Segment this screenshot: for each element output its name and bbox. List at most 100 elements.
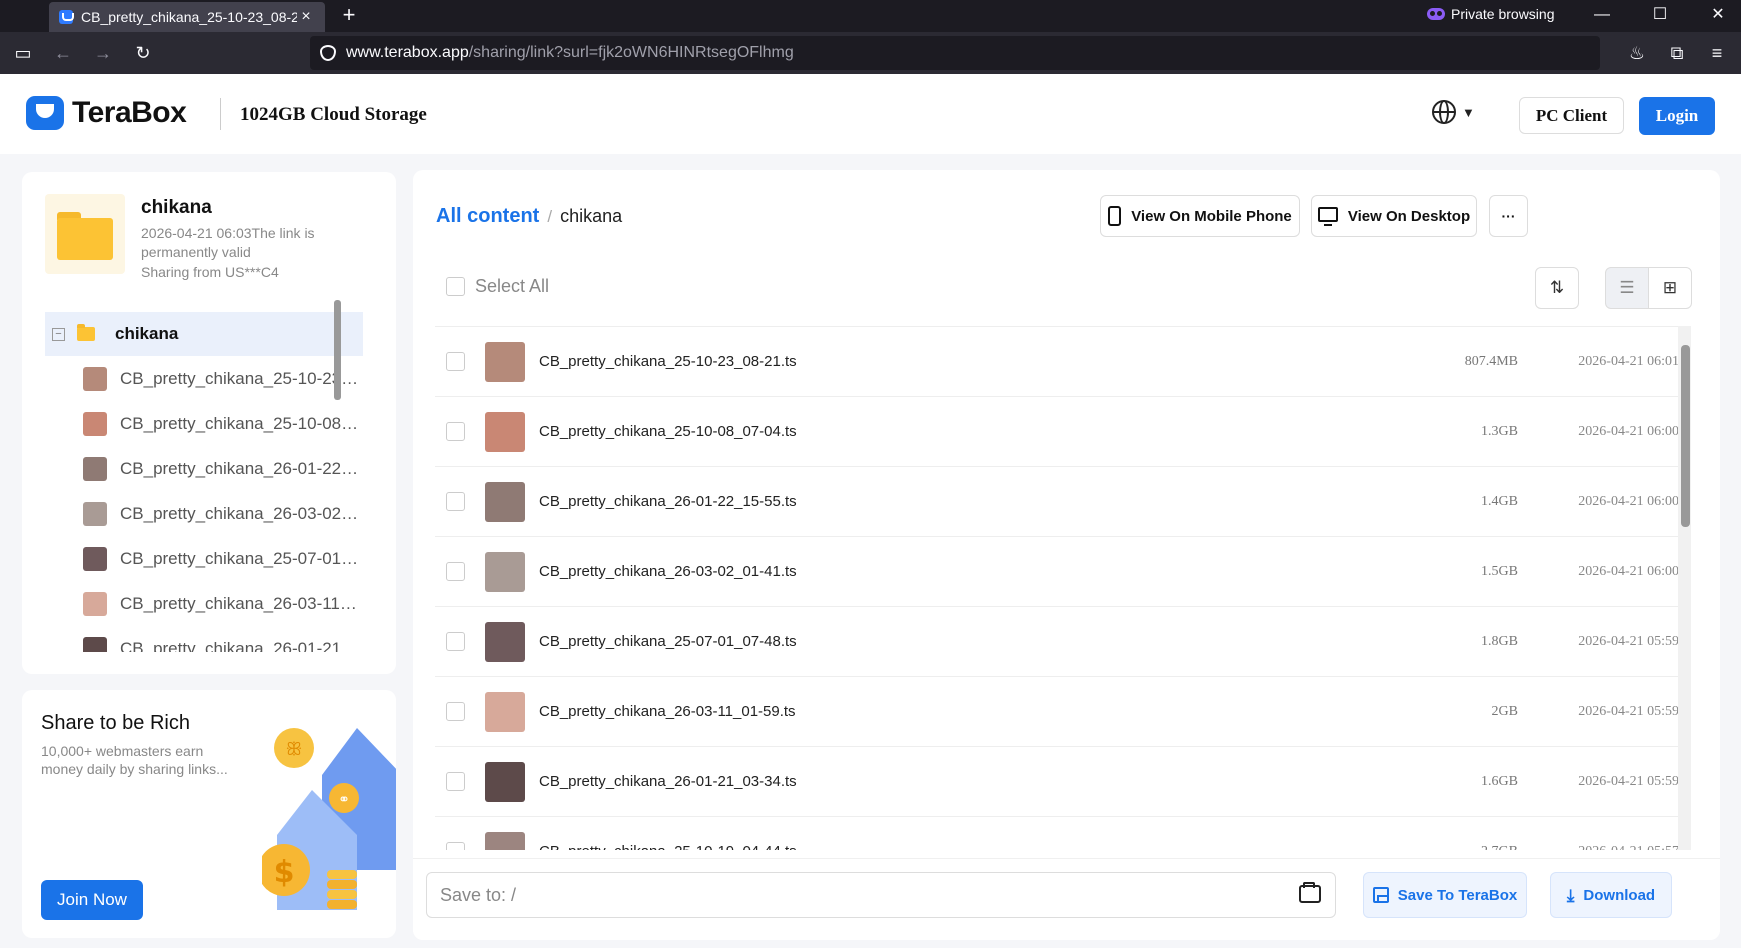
tree-file-item[interactable]: CB_pretty_chikana_25-10-23_08-21.ts bbox=[45, 356, 363, 401]
browser-tab[interactable]: CB_pretty_chikana_25-10-23_08-21.ts × bbox=[49, 2, 325, 32]
file-name[interactable]: CB_pretty_chikana_26-03-02_01-41.ts bbox=[539, 563, 1179, 580]
file-date: 2026-04-21 05:59 bbox=[1578, 633, 1679, 649]
video-thumbnail bbox=[83, 501, 107, 526]
new-tab-button[interactable]: + bbox=[336, 3, 362, 29]
file-name[interactable]: CB_pretty_chikana_25-10-08_07-04.ts bbox=[539, 423, 1179, 440]
file-size: 1.8GB bbox=[1481, 633, 1518, 649]
file-checkbox[interactable] bbox=[446, 702, 465, 721]
video-thumbnail bbox=[485, 831, 525, 850]
maximize-window-button[interactable]: ☐ bbox=[1632, 0, 1688, 32]
file-name[interactable]: CB_pretty_chikana_25-07-01_07-48.ts bbox=[539, 633, 1179, 650]
more-options-button[interactable]: ··· bbox=[1489, 195, 1528, 237]
tree-file-item[interactable]: CB_pretty_chikana_26-01-21_03-34.ts bbox=[45, 626, 363, 652]
file-row[interactable]: CB_pretty_chikana_25-10-23_08-21.ts 807.4… bbox=[435, 327, 1685, 397]
tree-file-label: CB_pretty_chikana_25-10-08_07-04.ts bbox=[120, 413, 360, 433]
video-thumbnail bbox=[83, 411, 107, 436]
file-date: 2026-04-21 05:59 bbox=[1578, 703, 1679, 719]
tree-scrollbar[interactable] bbox=[334, 300, 341, 400]
promo-text-line: money daily by sharing links... bbox=[41, 761, 228, 777]
globe-icon bbox=[1432, 100, 1456, 124]
promo-card: Share to be Rich 10,000+ webmasters earn… bbox=[22, 690, 396, 938]
file-checkbox[interactable] bbox=[446, 492, 465, 511]
select-all[interactable]: Select All bbox=[446, 276, 549, 297]
reload-icon[interactable]: ↻ bbox=[130, 40, 156, 66]
file-row[interactable]: CB_pretty_chikana_26-01-22_15-55.ts 1.4GB… bbox=[435, 467, 1685, 537]
select-all-checkbox[interactable] bbox=[446, 277, 465, 296]
file-row[interactable]: CB_pretty_chikana_25-07-01_07-48.ts 1.8GB… bbox=[435, 607, 1685, 677]
close-tab-icon[interactable]: × bbox=[297, 8, 315, 26]
file-row[interactable]: CB_pretty_chikana_26-03-02_01-41.ts 1.5GB… bbox=[435, 537, 1685, 607]
file-name[interactable]: CB_pretty_chikana_26-01-21_03-34.ts bbox=[539, 773, 1179, 790]
file-checkbox[interactable] bbox=[446, 352, 465, 371]
extensions-icon[interactable]: ⧉ bbox=[1664, 40, 1690, 66]
file-date: 2026-04-21 05:59 bbox=[1578, 773, 1679, 789]
breadcrumb: All content / chikana bbox=[436, 205, 622, 228]
file-row[interactable]: CB_pretty_chikana_25-10-08_07-04.ts 1.3GB… bbox=[435, 397, 1685, 467]
tree-file-label: CB_pretty_chikana_25-10-23_08-21.ts bbox=[120, 368, 360, 388]
private-browsing-indicator: Private browsing bbox=[1427, 6, 1555, 22]
file-list-panel: All content / chikana View On Mobile Pho… bbox=[413, 170, 1720, 940]
private-mask-icon bbox=[1427, 8, 1445, 20]
video-thumbnail bbox=[485, 551, 525, 592]
file-size: 1.3GB bbox=[1481, 423, 1518, 439]
tracking-shield-icon[interactable] bbox=[320, 45, 336, 61]
tree-file-label: CB_pretty_chikana_26-03-11_01-59.ts bbox=[120, 593, 360, 613]
file-checkbox[interactable] bbox=[446, 842, 465, 850]
login-button[interactable]: Login bbox=[1639, 97, 1715, 135]
save-to-terabox-button[interactable]: Save To TeraBox bbox=[1363, 872, 1527, 918]
file-list-scrollbar[interactable] bbox=[1681, 345, 1690, 527]
view-on-desktop-button[interactable]: View On Desktop bbox=[1311, 195, 1477, 237]
choose-folder-icon[interactable] bbox=[1299, 882, 1321, 903]
file-row[interactable]: CB_pretty_chikana_26-01-21_03-34.ts 1.6GB… bbox=[435, 747, 1685, 817]
storage-tagline: 1024GB Cloud Storage bbox=[240, 104, 427, 125]
back-icon[interactable]: ← bbox=[50, 40, 76, 66]
flame-icon[interactable]: ♨ bbox=[1624, 40, 1650, 66]
tree-file-item[interactable]: CB_pretty_chikana_26-03-11_01-59.ts bbox=[45, 581, 363, 626]
file-name[interactable]: CB_pretty_chikana_25-10-23_08-21.ts bbox=[539, 353, 1179, 370]
private-browsing-label: Private browsing bbox=[1451, 6, 1555, 22]
video-thumbnail bbox=[485, 341, 525, 382]
file-row[interactable]: CB_pretty_chikana_25-10-19_04-44.ts 2.7GB… bbox=[435, 817, 1685, 850]
breadcrumb-all-content[interactable]: All content bbox=[436, 205, 539, 228]
file-checkbox[interactable] bbox=[446, 772, 465, 791]
sidebar-toggle-icon[interactable]: ▭ bbox=[10, 40, 36, 66]
file-name[interactable]: CB_pretty_chikana_26-01-22_15-55.ts bbox=[539, 493, 1179, 510]
view-on-mobile-button[interactable]: View On Mobile Phone bbox=[1100, 195, 1300, 237]
list-view-icon[interactable]: ☰ bbox=[1605, 267, 1649, 309]
save-to-label: Save to: / bbox=[440, 884, 517, 905]
join-now-button[interactable]: Join Now bbox=[41, 880, 143, 920]
forward-icon[interactable]: → bbox=[90, 40, 116, 66]
file-name[interactable]: CB_pretty_chikana_26-03-11_01-59.ts bbox=[539, 703, 1179, 720]
save-to-path-field[interactable]: Save to: / bbox=[426, 872, 1336, 918]
file-date: 2026-04-21 06:01 bbox=[1578, 353, 1679, 369]
sort-icon[interactable]: ⇅ bbox=[1535, 267, 1579, 309]
tree-file-item[interactable]: CB_pretty_chikana_25-07-01_07-48.ts bbox=[45, 536, 363, 581]
share-folder-name: chikana bbox=[141, 197, 212, 218]
tree-root-label: chikana bbox=[115, 324, 179, 343]
file-checkbox[interactable] bbox=[446, 562, 465, 581]
file-row[interactable]: CB_pretty_chikana_26-03-11_01-59.ts 2GB 20… bbox=[435, 677, 1685, 747]
tree-file-item[interactable]: CB_pretty_chikana_25-10-08_07-04.ts bbox=[45, 401, 363, 446]
file-checkbox[interactable] bbox=[446, 422, 465, 441]
file-size: 1.4GB bbox=[1481, 493, 1518, 509]
terabox-logo[interactable]: TeraBox bbox=[26, 96, 187, 130]
tree-file-item[interactable]: CB_pretty_chikana_26-03-02_01-41.ts bbox=[45, 491, 363, 536]
address-bar[interactable]: www.terabox.app /sharing/link?surl=fjk2o… bbox=[310, 36, 1600, 70]
grid-view-icon[interactable]: ⊞ bbox=[1648, 267, 1692, 309]
file-date: 2026-04-21 06:00 bbox=[1578, 493, 1679, 509]
tree-file-label: CB_pretty_chikana_26-01-22_15-55.ts bbox=[120, 458, 360, 478]
download-button[interactable]: ⤓ Download bbox=[1550, 872, 1672, 918]
file-name[interactable]: CB_pretty_chikana_25-10-19_04-44.ts bbox=[539, 843, 1179, 850]
close-window-button[interactable]: ✕ bbox=[1690, 0, 1741, 32]
file-date: 2026-04-21 06:00 bbox=[1578, 423, 1679, 439]
pc-client-button[interactable]: PC Client bbox=[1519, 97, 1624, 134]
language-selector[interactable]: ▼ bbox=[1432, 100, 1475, 124]
minimize-window-button[interactable]: — bbox=[1574, 0, 1630, 32]
menu-icon[interactable]: ≡ bbox=[1704, 40, 1730, 66]
tree-file-label: CB_pretty_chikana_26-01-21_03-34.ts bbox=[120, 638, 360, 653]
video-thumbnail bbox=[485, 411, 525, 452]
tree-root-folder[interactable]: − chikana bbox=[45, 312, 363, 356]
collapse-icon[interactable]: − bbox=[52, 327, 65, 341]
file-checkbox[interactable] bbox=[446, 632, 465, 651]
tree-file-item[interactable]: CB_pretty_chikana_26-01-22_15-55.ts bbox=[45, 446, 363, 491]
